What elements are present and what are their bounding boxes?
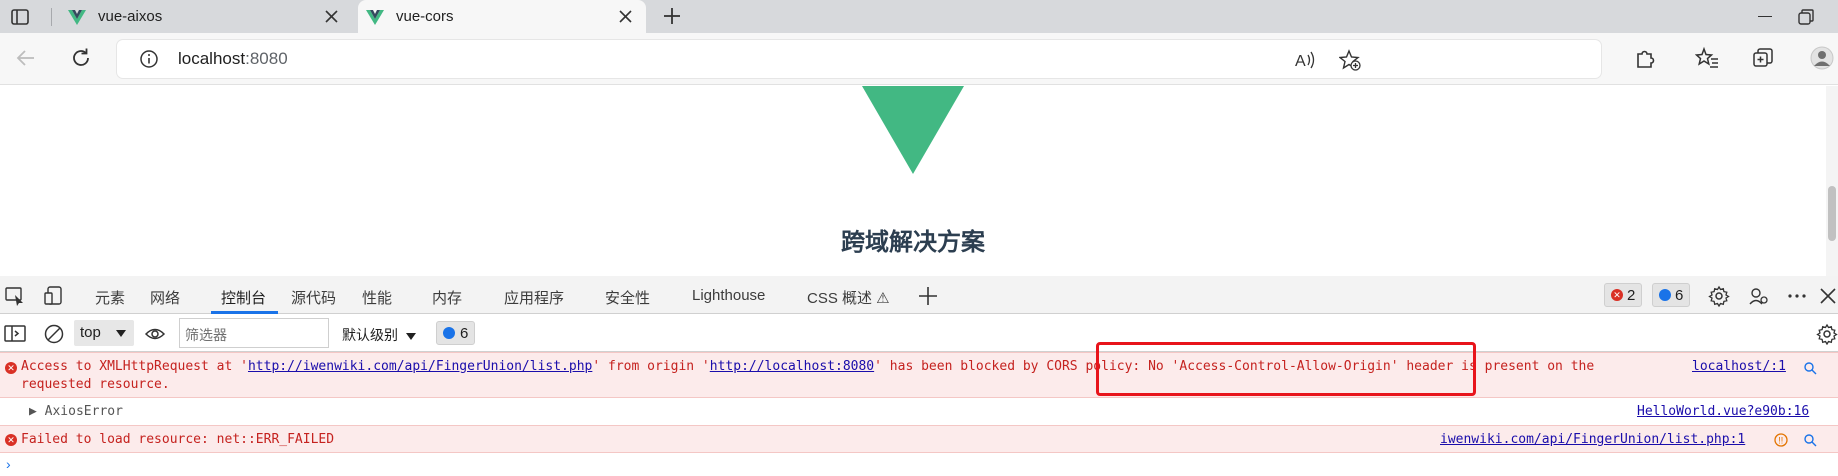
devtools-tab-application[interactable]: 应用程序 xyxy=(504,287,564,308)
tab-separator xyxy=(51,8,52,26)
vue-logo-icon xyxy=(862,86,964,174)
message-text: requested resource. xyxy=(21,377,170,392)
console-toolbar: top 筛选器 默认级别 6 xyxy=(0,315,1838,352)
add-favorite-icon[interactable] xyxy=(1339,49,1361,71)
message-count: 6 xyxy=(1675,286,1684,304)
tab-actions-icon[interactable] xyxy=(10,7,30,27)
context-value: top xyxy=(80,324,101,341)
tab-vue-aixos[interactable]: vue-aixos xyxy=(60,0,352,33)
devtools-tab-lighthouse[interactable]: Lighthouse xyxy=(692,287,765,304)
expandable-object[interactable]: ▶ AxiosError xyxy=(29,404,123,419)
refresh-icon[interactable] xyxy=(69,46,93,70)
favorites-icon[interactable] xyxy=(1695,46,1719,70)
close-tab-icon[interactable] xyxy=(617,8,634,25)
svg-text:A: A xyxy=(1295,53,1306,70)
vue-favicon-icon xyxy=(366,9,384,25)
url-host: localhost xyxy=(178,49,246,68)
page-scrollbar[interactable] xyxy=(1826,86,1838,276)
minimize-window-icon[interactable] xyxy=(1758,16,1772,17)
browser-toolbar: localhost:8080 A xyxy=(0,33,1838,85)
source-link[interactable]: iwenwiki.com/api/FingerUnion/list.php:1 xyxy=(1440,432,1745,447)
context-select[interactable]: top xyxy=(74,320,134,346)
log-level-value: 默认级别 xyxy=(342,327,398,343)
error-icon: ✕ xyxy=(5,362,17,374)
restore-window-icon[interactable] xyxy=(1798,9,1814,25)
issues-count: 6 xyxy=(460,324,469,342)
more-tabs-plus-icon[interactable] xyxy=(917,285,939,307)
inspect-element-icon[interactable] xyxy=(4,285,26,307)
clear-console-icon[interactable] xyxy=(43,323,65,345)
devtools-tab-memory[interactable]: 内存 xyxy=(432,287,462,308)
issues-badge[interactable]: 6 xyxy=(436,321,476,345)
url-text[interactable]: localhost:8080 xyxy=(178,49,288,69)
close-devtools-icon[interactable] xyxy=(1818,285,1838,307)
page-viewport: 跨域解决方案 xyxy=(0,86,1838,276)
message-text: ' from origin ' xyxy=(592,359,710,374)
device-emulation-icon[interactable] xyxy=(43,285,65,307)
source-link[interactable]: localhost/:1 xyxy=(1692,359,1786,374)
search-icon[interactable] xyxy=(1803,361,1817,375)
devtools-tab-elements[interactable]: 元素 xyxy=(95,287,125,308)
svg-text:!!: !! xyxy=(1778,436,1783,446)
collections-icon[interactable] xyxy=(1751,46,1775,70)
tab-strip: vue-aixos vue-cors xyxy=(0,0,1838,33)
extensions-icon[interactable] xyxy=(1633,46,1657,70)
origin-url-link[interactable]: http://localhost:8080 xyxy=(710,359,874,374)
devtools-tab-security[interactable]: 安全性 xyxy=(605,287,650,308)
tab-vue-cors[interactable]: vue-cors xyxy=(358,0,646,33)
page-title: 跨域解决方案 xyxy=(841,229,985,256)
address-bar[interactable]: localhost:8080 A xyxy=(117,40,1601,78)
more-options-icon[interactable] xyxy=(1786,285,1808,307)
tab-title: vue-cors xyxy=(396,8,454,25)
url-port: :8080 xyxy=(245,49,288,68)
vue-favicon-icon xyxy=(68,9,86,25)
close-tab-icon[interactable] xyxy=(323,8,340,25)
error-icon: ✕ xyxy=(1611,289,1623,301)
devtools-tab-network[interactable]: 网络 xyxy=(150,287,180,308)
customize-icon[interactable] xyxy=(1748,285,1770,307)
console-filter-input[interactable]: 筛选器 xyxy=(179,318,329,348)
message-icon xyxy=(443,327,455,339)
source-link[interactable]: HelloWorld.vue?e90b:16 xyxy=(1637,404,1809,419)
read-aloud-icon[interactable]: A xyxy=(1294,49,1316,71)
devtools-tabbar: 元素 网络 控制台 源代码 性能 内存 应用程序 安全性 Lighthouse … xyxy=(0,276,1838,314)
active-tab-indicator xyxy=(211,311,278,314)
message-text: Failed to load resource: net::ERR_FAILED xyxy=(21,432,335,447)
tab-title: vue-aixos xyxy=(98,8,163,25)
devtools-tab-console[interactable]: 控制台 xyxy=(221,287,266,308)
new-tab-plus-icon[interactable] xyxy=(662,6,682,26)
warning-info-icon[interactable]: !! xyxy=(1774,433,1788,447)
site-info-icon[interactable] xyxy=(139,49,159,69)
live-expression-eye-icon[interactable] xyxy=(144,323,166,345)
console-prompt-chevron-icon[interactable]: › xyxy=(6,456,11,472)
log-level-select[interactable]: 默认级别 xyxy=(342,325,416,345)
console-error-cors[interactable]: ✕ Access to XMLHttpRequest at 'http://iw… xyxy=(0,352,1838,398)
blocked-url-link[interactable]: http://iwenwiki.com/api/FingerUnion/list… xyxy=(248,359,592,374)
error-icon: ✕ xyxy=(5,434,17,446)
devtools-tab-performance[interactable]: 性能 xyxy=(362,287,392,308)
chevron-down-icon xyxy=(116,330,126,337)
search-icon[interactable] xyxy=(1803,433,1817,447)
console-error-failed-load[interactable]: ✕ Failed to load resource: net::ERR_FAIL… xyxy=(0,425,1838,453)
console-settings-gear-icon[interactable] xyxy=(1816,323,1838,345)
back-arrow-icon[interactable] xyxy=(14,46,38,70)
message-count-badge[interactable]: 6 xyxy=(1652,283,1691,307)
profile-avatar-icon[interactable] xyxy=(1808,46,1838,70)
message-icon xyxy=(1659,289,1671,301)
devtools-tab-css-overview[interactable]: CSS 概述 ⚠ xyxy=(807,287,890,308)
annotation-highlight-box xyxy=(1096,342,1476,396)
chevron-down-icon xyxy=(406,332,416,340)
devtools-tab-sources[interactable]: 源代码 xyxy=(291,287,336,308)
message-text: Access to XMLHttpRequest at ' xyxy=(21,359,248,374)
error-count: 2 xyxy=(1627,286,1636,304)
toggle-sidebar-icon[interactable] xyxy=(4,323,26,345)
console-object-row[interactable]: ▶ AxiosError HelloWorld.vue?e90b:16 xyxy=(0,398,1838,425)
scrollbar-thumb[interactable] xyxy=(1828,186,1836,241)
error-count-badge[interactable]: ✕ 2 xyxy=(1604,283,1643,307)
settings-gear-icon[interactable] xyxy=(1708,285,1730,307)
